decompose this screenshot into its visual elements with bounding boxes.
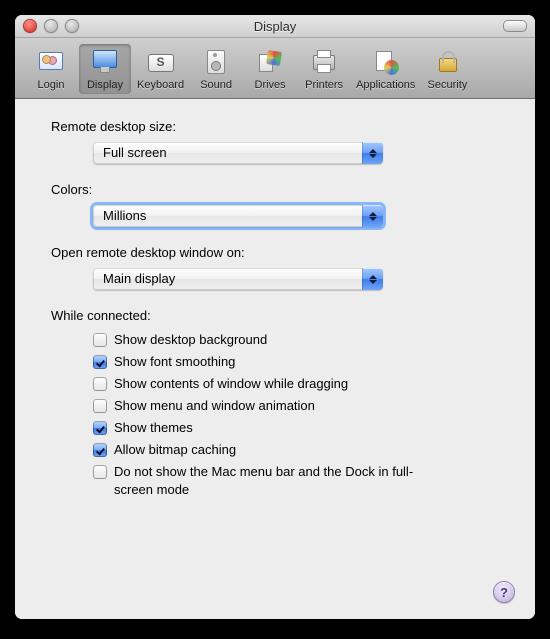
content-pane: Remote desktop size: Full screen Colors:… xyxy=(15,99,535,619)
remote-desktop-size-label: Remote desktop size: xyxy=(51,119,499,134)
open-on-popup[interactable]: Main display xyxy=(93,268,383,290)
checkbox-label: Show font smoothing xyxy=(114,353,235,371)
open-on-label: Open remote desktop window on: xyxy=(51,245,499,260)
checkbox-label: Show desktop background xyxy=(114,331,267,349)
checkbox[interactable] xyxy=(93,377,107,391)
toolbar-toggle-button[interactable] xyxy=(503,20,527,32)
checkbox-label: Show menu and window animation xyxy=(114,397,315,415)
checkbox-row: Show themes xyxy=(93,419,499,437)
toolbar-item-label: Display xyxy=(87,79,123,91)
open-on-value: Main display xyxy=(93,268,362,290)
toolbar-item-label: Applications xyxy=(356,79,415,91)
checkbox-label: Allow bitmap caching xyxy=(114,441,236,459)
checkbox-row: Show contents of window while dragging xyxy=(93,375,499,393)
sound-icon xyxy=(200,46,232,78)
zoom-button[interactable] xyxy=(65,19,79,33)
titlebar: Display xyxy=(15,15,535,38)
remote-desktop-size-value: Full screen xyxy=(93,142,362,164)
printers-icon xyxy=(308,46,340,78)
toolbar-item-label: Printers xyxy=(305,79,343,91)
drives-tab[interactable]: Drives xyxy=(244,44,296,94)
checkbox[interactable] xyxy=(93,399,107,413)
checkbox[interactable] xyxy=(93,465,107,479)
applications-icon xyxy=(370,46,402,78)
preferences-window: Display Login Display Keyboard Sound Drives P… xyxy=(15,15,535,619)
checkbox[interactable] xyxy=(93,355,107,369)
toolbar-item-label: Sound xyxy=(200,79,232,91)
toolbar: Login Display Keyboard Sound Drives Printers A… xyxy=(15,38,535,99)
checkbox-label: Show contents of window while dragging xyxy=(114,375,348,393)
display-icon xyxy=(89,46,121,78)
while-connected-label: While connected: xyxy=(51,308,499,323)
colors-popup[interactable]: Millions xyxy=(93,205,383,227)
checkbox-row: Show font smoothing xyxy=(93,353,499,371)
checkbox[interactable] xyxy=(93,333,107,347)
security-icon xyxy=(431,46,463,78)
toolbar-item-label: Keyboard xyxy=(137,79,184,91)
printers-tab[interactable]: Printers xyxy=(298,44,350,94)
while-connected-options: Show desktop background Show font smoothi… xyxy=(51,331,499,499)
login-icon xyxy=(35,46,67,78)
toolbar-item-label: Security xyxy=(428,79,468,91)
checkbox-label: Show themes xyxy=(114,419,193,437)
window-title: Display xyxy=(15,19,535,34)
keyboard-tab[interactable]: Keyboard xyxy=(133,44,188,94)
popup-arrows-icon xyxy=(362,205,383,227)
checkbox-row: Show menu and window animation xyxy=(93,397,499,415)
help-button[interactable]: ? xyxy=(493,581,515,603)
applications-tab[interactable]: Applications xyxy=(352,44,419,94)
toolbar-item-label: Login xyxy=(38,79,65,91)
traffic-lights xyxy=(23,19,79,33)
checkbox[interactable] xyxy=(93,421,107,435)
popup-arrows-icon xyxy=(362,142,383,164)
checkbox[interactable] xyxy=(93,443,107,457)
sound-tab[interactable]: Sound xyxy=(190,44,242,94)
remote-desktop-size-popup[interactable]: Full screen xyxy=(93,142,383,164)
colors-label: Colors: xyxy=(51,182,499,197)
checkbox-row: Show desktop background xyxy=(93,331,499,349)
checkbox-row: Do not show the Mac menu bar and the Doc… xyxy=(93,463,499,499)
login-tab[interactable]: Login xyxy=(25,44,77,94)
checkbox-row: Allow bitmap caching xyxy=(93,441,499,459)
popup-arrows-icon xyxy=(362,268,383,290)
colors-value: Millions xyxy=(93,205,362,227)
security-tab[interactable]: Security xyxy=(421,44,473,94)
toolbar-item-label: Drives xyxy=(255,79,286,91)
keyboard-icon xyxy=(145,46,177,78)
help-icon: ? xyxy=(500,585,508,600)
display-tab[interactable]: Display xyxy=(79,44,131,94)
close-button[interactable] xyxy=(23,19,37,33)
drives-icon xyxy=(254,46,286,78)
checkbox-label: Do not show the Mac menu bar and the Doc… xyxy=(114,463,444,499)
minimize-button[interactable] xyxy=(44,19,58,33)
